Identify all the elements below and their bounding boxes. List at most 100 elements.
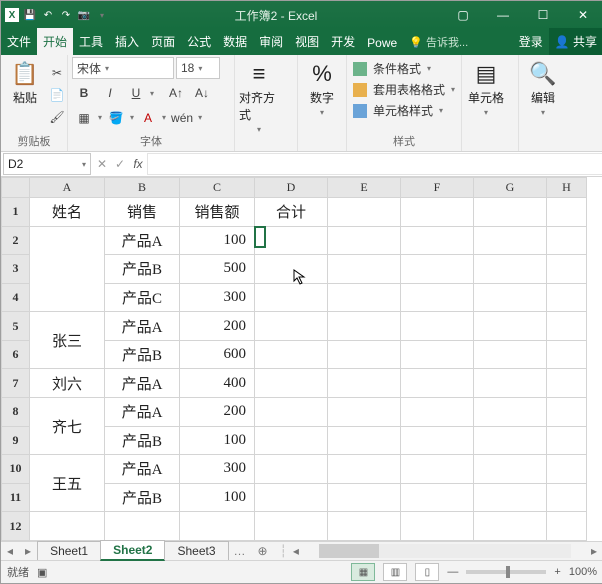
zoom-out-button[interactable]: — [447, 566, 458, 578]
cell-E2[interactable] [328, 226, 401, 255]
cell-E6[interactable] [328, 340, 401, 369]
cell-H4[interactable] [547, 283, 587, 312]
italic-button[interactable]: I [98, 83, 122, 103]
tab-view[interactable]: 视图 [289, 28, 325, 55]
cell-D8[interactable] [255, 398, 328, 427]
sheet-tab-sheet1[interactable]: Sheet1 [37, 541, 101, 560]
cell-G5[interactable] [474, 312, 547, 341]
cell-C5[interactable]: 200 [180, 312, 255, 341]
phonetic-button[interactable]: wén [168, 108, 196, 128]
cell-F12[interactable] [401, 512, 474, 541]
cell-B7[interactable]: 产品A [105, 369, 180, 398]
cell-styles-button[interactable]: 单元格样式▾ [351, 101, 457, 120]
cell-G11[interactable] [474, 483, 547, 512]
tab-insert[interactable]: 插入 [109, 28, 145, 55]
cell-G8[interactable] [474, 398, 547, 427]
zoom-in-button[interactable]: + [554, 566, 560, 578]
sheet-nav-next[interactable]: ▸ [19, 544, 37, 558]
cell-H11[interactable] [547, 483, 587, 512]
cell-A8[interactable]: 齐七 [30, 398, 105, 455]
cell-H12[interactable] [547, 512, 587, 541]
cell-E7[interactable] [328, 369, 401, 398]
font-color-button[interactable]: A [136, 108, 160, 128]
cell-F10[interactable] [401, 455, 474, 484]
row-header-9[interactable]: 9 [2, 426, 30, 455]
cell-B4[interactable]: 产品C [105, 283, 180, 312]
cell-E8[interactable] [328, 398, 401, 427]
cell-F2[interactable] [401, 226, 474, 255]
cell-C12[interactable] [180, 512, 255, 541]
zoom-level[interactable]: 100% [569, 566, 597, 578]
row-header-12[interactable]: 12 [2, 512, 30, 541]
increase-font-button[interactable]: A↑ [164, 83, 188, 103]
fill-color-button[interactable]: 🪣 [104, 108, 128, 128]
cell-G3[interactable] [474, 255, 547, 284]
tab-home[interactable]: 开始 [37, 28, 73, 55]
cell-E11[interactable] [328, 483, 401, 512]
cell-B2[interactable]: 产品A [105, 226, 180, 255]
underline-button[interactable]: U [124, 83, 148, 103]
cell-D3[interactable] [255, 255, 328, 284]
cell-D9[interactable] [255, 426, 328, 455]
cell-G7[interactable] [474, 369, 547, 398]
tab-power[interactable]: Powe [361, 31, 403, 55]
hscroll-track[interactable] [319, 544, 571, 558]
alignment-button[interactable]: 对齐方式 [239, 89, 279, 123]
view-normal-button[interactable]: ▦ [351, 563, 375, 581]
cell-H2[interactable] [547, 226, 587, 255]
cell-G9[interactable] [474, 426, 547, 455]
cell-D7[interactable] [255, 369, 328, 398]
row-header-5[interactable]: 5 [2, 312, 30, 341]
cell-E3[interactable] [328, 255, 401, 284]
col-header-G[interactable]: G [474, 178, 547, 198]
cell-D5[interactable] [255, 312, 328, 341]
cell-A2[interactable] [30, 226, 105, 312]
tab-file[interactable]: 文件 [1, 28, 37, 55]
col-header-B[interactable]: B [105, 178, 180, 198]
hscroll-thumb[interactable] [319, 544, 379, 558]
cell-B8[interactable]: 产品A [105, 398, 180, 427]
paste-icon[interactable]: 📋 [11, 61, 38, 87]
cell-G2[interactable] [474, 226, 547, 255]
signin-button[interactable]: 登录 [513, 28, 549, 55]
editing-button[interactable]: 编辑 [531, 89, 555, 106]
cell-G1[interactable] [474, 198, 547, 227]
hscroll-left[interactable]: ◂ [287, 544, 305, 558]
cell-B3[interactable]: 产品B [105, 255, 180, 284]
cut-icon[interactable]: ✂ [45, 63, 69, 83]
cell-H7[interactable] [547, 369, 587, 398]
cell-C1[interactable]: 销售额 [180, 198, 255, 227]
view-pagebreak-button[interactable]: ▯ [415, 563, 439, 581]
cell-D4[interactable] [255, 283, 328, 312]
row-header-4[interactable]: 4 [2, 283, 30, 312]
qat-save-icon[interactable]: 💾 [23, 8, 37, 22]
cell-D6[interactable] [255, 340, 328, 369]
cell-C6[interactable]: 600 [180, 340, 255, 369]
cell-F3[interactable] [401, 255, 474, 284]
cell-H1[interactable] [547, 198, 587, 227]
format-painter-icon[interactable]: 🖌 [45, 107, 69, 127]
cell-C7[interactable]: 400 [180, 369, 255, 398]
tab-tools[interactable]: 工具 [73, 28, 109, 55]
cell-F1[interactable] [401, 198, 474, 227]
zoom-slider[interactable] [466, 570, 546, 574]
cell-H9[interactable] [547, 426, 587, 455]
sheet-tab-sheet2[interactable]: Sheet2 [100, 540, 165, 561]
cell-G10[interactable] [474, 455, 547, 484]
cell-G6[interactable] [474, 340, 547, 369]
cell-D11[interactable] [255, 483, 328, 512]
cell-E1[interactable] [328, 198, 401, 227]
cell-C10[interactable]: 300 [180, 455, 255, 484]
cell-B6[interactable]: 产品B [105, 340, 180, 369]
row-header-2[interactable]: 2 [2, 226, 30, 255]
cell-D2[interactable] [255, 227, 265, 247]
col-header-H[interactable]: H [547, 178, 587, 198]
cell-D10[interactable] [255, 455, 328, 484]
name-box[interactable]: D2▾ [3, 153, 91, 175]
cells-button[interactable]: 单元格 [468, 89, 504, 106]
col-header-A[interactable]: A [30, 178, 105, 198]
cell-F7[interactable] [401, 369, 474, 398]
tab-developer[interactable]: 开发 [325, 28, 361, 55]
hscroll-right[interactable]: ▸ [585, 544, 602, 558]
col-header-C[interactable]: C [180, 178, 255, 198]
